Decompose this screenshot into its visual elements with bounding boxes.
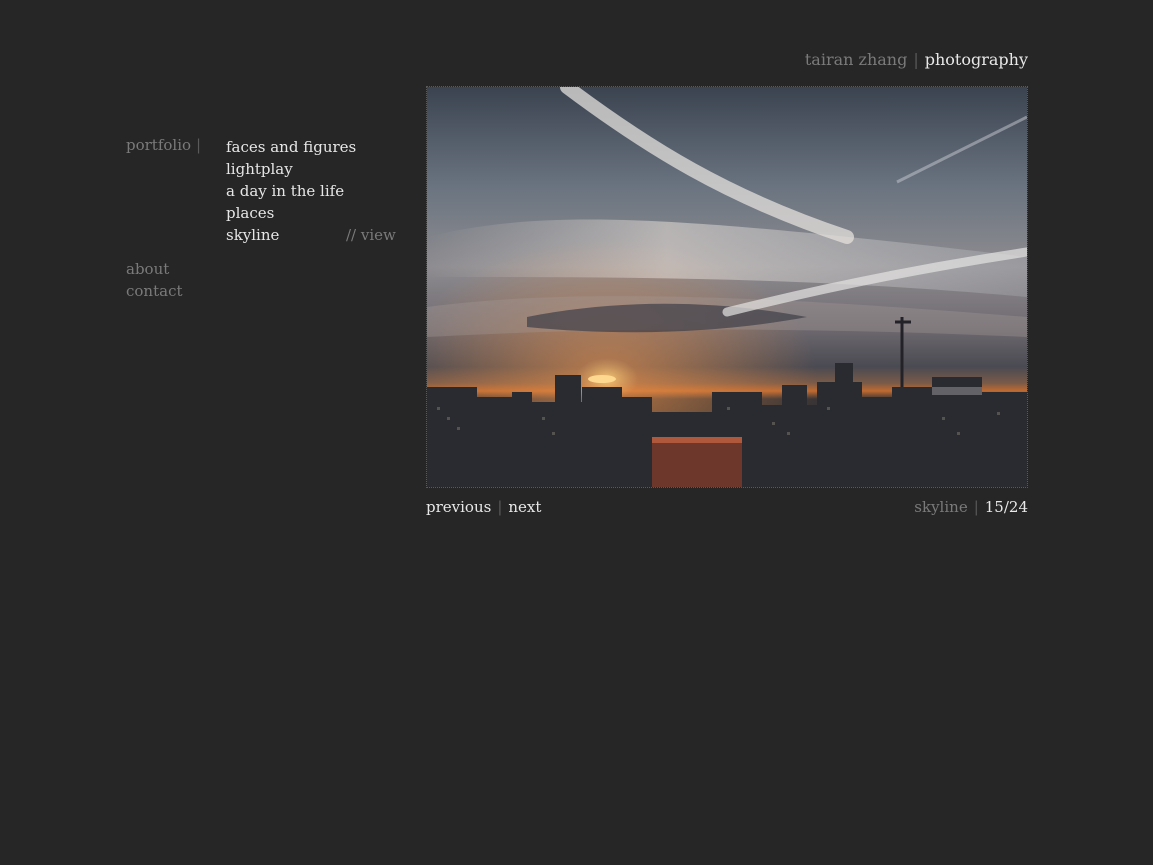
- gallery-item-a-day-in-the-life[interactable]: a day in the life: [226, 180, 356, 202]
- pager-separator: |: [497, 498, 503, 516]
- site-section-title[interactable]: photography: [925, 50, 1028, 69]
- header-separator: |: [913, 50, 919, 69]
- portfolio-link[interactable]: portfolio: [126, 136, 191, 154]
- next-link[interactable]: next: [508, 498, 541, 516]
- previous-link[interactable]: previous: [426, 498, 491, 516]
- secondary-nav: about contact: [126, 258, 183, 302]
- skyline-photo-image: [427, 87, 1027, 487]
- photo-counter: 15/24: [984, 498, 1028, 516]
- gallery-item-faces-and-figures[interactable]: faces and figures: [226, 136, 356, 158]
- gallery-name: skyline: [914, 498, 968, 516]
- main-photo[interactable]: [426, 86, 1028, 488]
- info-separator: |: [973, 498, 979, 516]
- nav-item-about[interactable]: about: [126, 258, 183, 280]
- photo-info: skyline | 15/24: [914, 496, 1028, 518]
- gallery-item-lightplay[interactable]: lightplay: [226, 158, 356, 180]
- portfolio-separator: |: [196, 136, 202, 154]
- site-header: tairan zhang | photography: [805, 50, 1028, 69]
- nav-item-contact[interactable]: contact: [126, 280, 183, 302]
- photo-footer: previous | next skyline | 15/24: [426, 496, 1028, 518]
- site-owner-name[interactable]: tairan zhang: [805, 50, 907, 69]
- view-link[interactable]: // view: [346, 224, 396, 246]
- gallery-list: faces and figures lightplay a day in the…: [226, 136, 356, 246]
- gallery-item-places[interactable]: places: [226, 202, 356, 224]
- portfolio-nav: portfolio | faces and figures lightplay …: [126, 136, 396, 256]
- gallery-item-skyline[interactable]: skyline: [226, 224, 356, 246]
- pager: previous | next: [426, 496, 541, 518]
